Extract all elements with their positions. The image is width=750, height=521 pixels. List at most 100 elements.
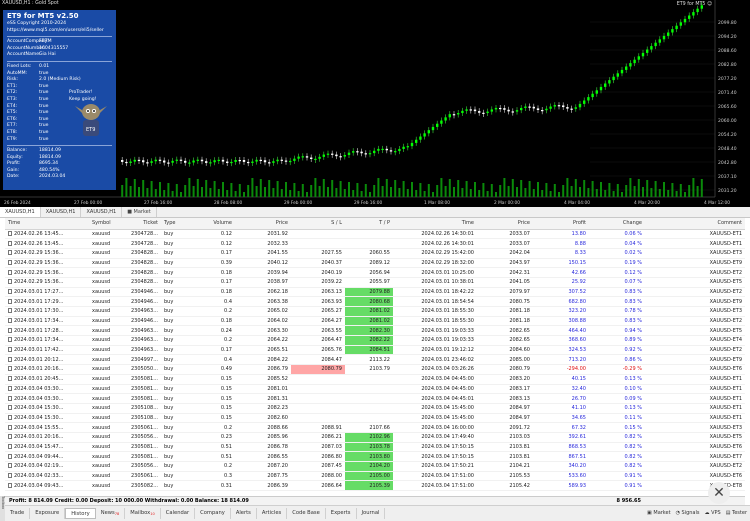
risk-key: Risk: (7, 77, 19, 83)
table-row[interactable]: 2024.02.26 13:45... xauusd 2304728... buy 0.… (5, 238, 745, 249)
table-row[interactable]: 2024.03.01 20:16... xauusd 2305050... buy 0.… (5, 364, 745, 375)
column-header[interactable]: Volume (191, 218, 235, 230)
order-icon (8, 337, 12, 343)
table-cell: XAUUSD-ET5 (645, 277, 745, 288)
tab-code-base[interactable]: Code Base (287, 508, 326, 519)
tab-calendar[interactable]: Calendar (161, 508, 196, 519)
tester-button[interactable]: ▤ Tester (726, 510, 747, 516)
chart-tab-2[interactable]: XAUUSD,H1 (41, 207, 82, 217)
candle-body (234, 159, 237, 162)
table-row[interactable]: 2024.03.01 20:12... xauusd 2304997... buy 0.… (5, 354, 745, 366)
tab-articles[interactable]: Articles (257, 508, 288, 519)
signals-button[interactable]: ◔ Signals (676, 510, 700, 516)
column-header[interactable]: Ticket (125, 218, 161, 230)
candle-body (238, 159, 241, 162)
chart-tab-1[interactable]: XAUUSD,H1 (0, 207, 41, 217)
chart-tab-3[interactable]: XAUUSD,H1 (81, 207, 123, 217)
table-cell: 2024.02.29 15:36... (5, 258, 89, 269)
table-row[interactable]: 2024.03.04 09:43... xauusd 2305082... buy 0.… (5, 480, 745, 492)
table-cell: 2065.02 (235, 306, 291, 317)
column-header[interactable]: T / P (345, 218, 393, 230)
table-cell: 2024.03.01 17:42... (5, 345, 89, 356)
history-table-container[interactable]: Time Symbol Ticket Type Volume Price S / LT / … (5, 218, 745, 496)
tab-history[interactable]: History (65, 508, 96, 519)
table-cell: buy (161, 384, 191, 395)
table-row[interactable]: 2024.02.26 13:45... xauusd 2304728... buy 0.… (5, 229, 745, 240)
table-cell: 41.10 (533, 403, 589, 414)
price-chart[interactable]: 2099.80 2094.20 2088.60 2082.80 2077.20 2071.… (0, 0, 750, 207)
table-row[interactable]: 2024.03.04 03:30... xauusd 2305081... buy 0.… (5, 393, 745, 404)
column-header[interactable]: Type (161, 218, 191, 230)
column-header[interactable]: Symbol (89, 218, 125, 230)
table-cell: 2104.21 (477, 461, 533, 472)
tab-news[interactable]: News78 (96, 508, 126, 519)
table-cell: XAUUSD-ET1 (645, 229, 745, 240)
column-header[interactable]: Profit (533, 218, 589, 230)
table-cell: 25.92 (533, 277, 589, 288)
table-row[interactable]: 2024.03.01 20:45... xauusd 2305081... buy 0.… (5, 374, 745, 385)
table-cell: 2107.66 (345, 422, 393, 433)
table-row[interactable]: 2024.03.04 09:44... xauusd 2305081... buy 0.… (5, 451, 745, 462)
volume-bar (171, 191, 174, 197)
table-row[interactable]: 2024.02.29 15:36... xauusd 2304828... buy 0.… (5, 258, 745, 269)
tab-experts[interactable]: Experts (326, 508, 357, 519)
time-tick-label: 29 Feb 16:00 (354, 200, 382, 206)
column-header[interactable]: S / L (291, 218, 345, 230)
table-row[interactable]: 2024.03.04 15:55... xauusd 2305061... buy 0.… (5, 422, 745, 433)
tab-trade[interactable]: Trade (5, 508, 31, 519)
tab-journal[interactable]: Journal (357, 508, 386, 519)
et2-value: true (39, 90, 49, 96)
table-cell: 2024.03.01 18:42:22 (393, 287, 477, 298)
tab-company[interactable]: Company (195, 508, 231, 519)
table-row[interactable]: 2024.03.01 17:34... xauusd 2304946... buy 0.… (5, 316, 745, 327)
table-row[interactable]: 2024.03.01 17:42... xauusd 2304963... buy 0.… (5, 345, 745, 356)
close-icon[interactable]: ✕ (708, 482, 730, 504)
table-row[interactable]: 2024.03.04 15:47... xauusd 2305081... buy 0.… (5, 442, 745, 453)
candle-body (184, 160, 187, 163)
table-row[interactable]: 2024.03.01 17:29... xauusd 2304946... buy 0.… (5, 296, 745, 307)
table-row[interactable]: 2024.03.04 15:30... xauusd 2305108... buy 0.… (5, 413, 745, 424)
table-cell: 2060.55 (345, 248, 393, 259)
column-header[interactable]: Price (235, 218, 291, 230)
table-cell: 2304728... (125, 229, 161, 240)
table-cell: 2304828... (125, 277, 161, 288)
table-row[interactable]: 2024.03.04 02:19... xauusd 2305056... buy 0.… (5, 461, 745, 472)
tab-alerts[interactable]: Alerts (231, 508, 257, 519)
vps-button[interactable]: ☁ VPS (704, 510, 720, 516)
table-row[interactable]: 2024.03.01 17:28... xauusd 2304963... buy 0.… (5, 325, 745, 337)
table-row[interactable]: 2024.03.04 03:30... xauusd 2305081... buy 0.… (5, 384, 745, 395)
table-cell: 2104.20 (345, 461, 393, 472)
tab-exposure[interactable]: Exposure (30, 508, 66, 519)
column-header[interactable]: Price (477, 218, 533, 230)
table-cell: 0.17 (191, 248, 235, 259)
tab-mailbox[interactable]: Mailbox10 (125, 508, 161, 519)
table-cell: 2083.13 (477, 393, 533, 404)
table-row[interactable]: 2024.03.01 20:16... xauusd 2305056... buy 0.… (5, 432, 745, 443)
table-cell: 2083.17 (477, 384, 533, 395)
table-row[interactable]: 2024.02.29 15:36... xauusd 2304828... buy 0.… (5, 277, 745, 288)
table-row[interactable]: 2024.03.01 17:34... xauusd 2304963... buy 0.… (5, 335, 745, 346)
chart-tab-market[interactable]: ■ Market (122, 207, 157, 217)
table-cell: 2024.03.04 15:45:00 (393, 403, 477, 414)
table-row[interactable]: 2024.03.04 02:33... xauusd 2305061... buy 0.… (5, 471, 745, 482)
table-cell: 2103.81 (477, 442, 533, 453)
column-header[interactable]: Time (393, 218, 477, 230)
table-row[interactable]: 2024.03.01 17:27... xauusd 2304946... buy 0.… (5, 287, 745, 298)
table-row[interactable]: 2024.02.29 15:36... xauusd 2304828... buy 0.… (5, 267, 745, 278)
et7-key: ET7: (7, 123, 18, 129)
table-cell: buy (161, 248, 191, 259)
candle-body (675, 25, 678, 30)
cell-text: 2024.03.04 03:30... (14, 385, 64, 392)
market-button[interactable]: ▣ Market (647, 510, 671, 516)
volume-bar (633, 186, 636, 197)
column-header[interactable]: Change (589, 218, 645, 230)
volume-bar (604, 190, 607, 197)
column-header[interactable]: Time (5, 218, 89, 230)
candle-body (221, 159, 225, 162)
table-row[interactable]: 2024.03.01 17:30... xauusd 2304963... buy 0.… (5, 306, 745, 317)
table-row[interactable]: 2024.02.29 15:36... xauusd 2304828... buy 0.… (5, 248, 745, 259)
column-header[interactable]: Comment (645, 218, 745, 230)
candle-body (549, 106, 552, 109)
table-row[interactable]: 2024.03.04 15:30... xauusd 2305108... buy 0.… (5, 403, 745, 414)
volume-bar (314, 178, 317, 197)
